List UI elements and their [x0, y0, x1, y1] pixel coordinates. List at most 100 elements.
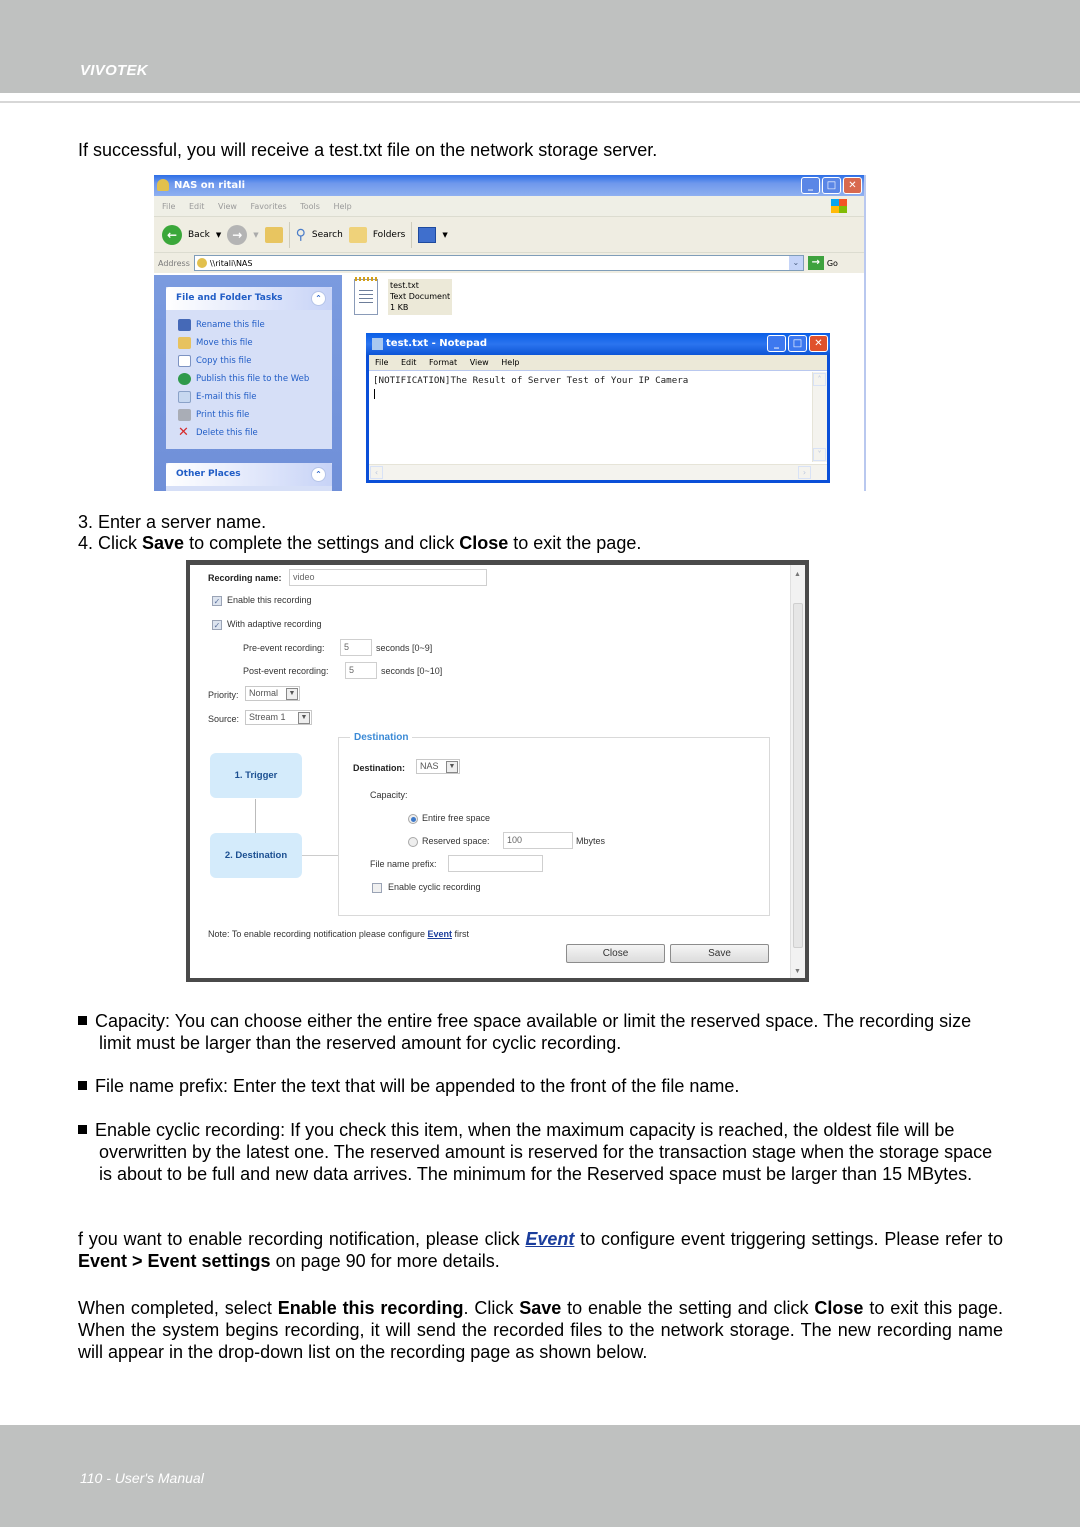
task-print[interactable]: Print this file: [166, 406, 332, 424]
file-prefix-input[interactable]: [448, 855, 543, 872]
menu-favorites[interactable]: Favorites: [251, 202, 287, 211]
flow-step-destination[interactable]: 2. Destination: [210, 833, 302, 878]
minimize-button[interactable]: _: [767, 335, 786, 352]
views-icon[interactable]: [418, 226, 437, 243]
menu-view[interactable]: View: [218, 202, 237, 211]
recording-name-input[interactable]: video: [289, 569, 487, 586]
source-select[interactable]: Stream 1 ▼: [245, 710, 312, 725]
post-event-input[interactable]: 5: [345, 662, 377, 679]
scroll-up-icon[interactable]: ▲: [794, 571, 801, 578]
forward-dropdown-icon[interactable]: ▼: [253, 231, 258, 239]
priority-select[interactable]: Normal ▼: [245, 686, 300, 701]
destination-select[interactable]: NAS ▼: [416, 759, 460, 774]
para-bold: Close: [814, 1298, 864, 1318]
task-delete[interactable]: ✕ Delete this file: [166, 424, 332, 442]
scroll-down-icon[interactable]: ▼: [794, 968, 801, 975]
bullet-square-icon: [78, 1081, 87, 1090]
back-button[interactable]: Back: [188, 230, 210, 240]
views-dropdown-icon[interactable]: ▼: [442, 231, 447, 239]
entire-free-space-radio[interactable]: [408, 814, 418, 824]
para-bold: Event > Event settings: [78, 1251, 271, 1271]
destination-legend: Destination: [350, 732, 413, 743]
para-text: . Click: [463, 1298, 520, 1318]
folders-button[interactable]: Folders: [373, 230, 406, 240]
task-email[interactable]: E-mail this file: [166, 388, 332, 406]
panel-header[interactable]: Other Places ⌃: [166, 463, 332, 486]
post-event-label: Post-event recording:: [243, 666, 329, 676]
explorer-title-bar: NAS on ritali _ □ ✕: [154, 175, 864, 196]
para-text: When completed, select: [78, 1298, 278, 1318]
menu-help[interactable]: Help: [501, 358, 519, 367]
back-arrow-icon[interactable]: ←: [162, 224, 182, 245]
cyclic-recording-checkbox[interactable]: [372, 883, 382, 893]
maximize-button[interactable]: □: [822, 177, 841, 194]
folders-icon[interactable]: [348, 226, 367, 243]
task-copy[interactable]: Copy this file: [166, 352, 332, 370]
forward-arrow-icon[interactable]: →: [227, 224, 248, 245]
printer-icon: [178, 409, 191, 421]
task-publish[interactable]: Publish this file to the Web: [166, 370, 332, 388]
file-test-txt[interactable]: test.txt Text Document 1 KB: [354, 277, 453, 315]
search-button[interactable]: Search: [312, 230, 343, 240]
enable-recording-checkbox[interactable]: ✓: [212, 596, 222, 606]
flow-step-trigger[interactable]: 1. Trigger: [210, 753, 302, 798]
recording-name-label: Recording name:: [208, 573, 282, 583]
panel-header[interactable]: File and Folder Tasks ⌃: [166, 287, 332, 310]
vertical-scrollbar[interactable]: ˄ ˅: [812, 372, 827, 462]
flow-connector: [302, 855, 338, 856]
back-dropdown-icon[interactable]: ▼: [216, 231, 221, 239]
menu-tools[interactable]: Tools: [300, 202, 320, 211]
vertical-scrollbar[interactable]: ▲ ▼: [790, 565, 805, 978]
scroll-up-icon[interactable]: ˄: [813, 373, 826, 386]
menu-view[interactable]: View: [470, 358, 489, 367]
scroll-left-icon[interactable]: ‹: [370, 466, 383, 479]
event-link[interactable]: Event: [427, 929, 452, 939]
menu-file[interactable]: File: [375, 358, 388, 367]
save-button[interactable]: Save: [670, 944, 769, 963]
task-label: Print this file: [196, 410, 250, 420]
adaptive-recording-checkbox[interactable]: ✓: [212, 620, 222, 630]
notepad-content[interactable]: [NOTIFICATION]The Result of Server Test …: [373, 375, 688, 386]
step-bold-close: Close: [459, 533, 509, 553]
toolbar-separator: [288, 221, 290, 248]
address-value: \\ritali\NAS: [209, 258, 253, 268]
minimize-button[interactable]: _: [801, 177, 820, 194]
horizontal-scrollbar[interactable]: ‹ ›: [369, 464, 827, 480]
bullet-file-prefix: File name prefix: Enter the text that wi…: [78, 1075, 1008, 1097]
event-link[interactable]: Event: [525, 1229, 574, 1249]
page-number: 110 - User's Manual: [80, 1470, 204, 1486]
reserved-space-radio[interactable]: [408, 837, 418, 847]
destination-label: Destination:: [353, 763, 406, 773]
collapse-chevron-icon[interactable]: ⌃: [311, 291, 326, 306]
reserved-space-input[interactable]: 100: [503, 832, 573, 849]
menu-file[interactable]: File: [162, 202, 175, 211]
para-bold: Enable this recording: [277, 1298, 464, 1318]
menu-help[interactable]: Help: [333, 202, 351, 211]
explorer-window-screenshot: NAS on ritali _ □ ✕ File Edit View Favor…: [154, 175, 866, 491]
task-rename[interactable]: Rename this file: [166, 316, 332, 334]
up-folder-icon[interactable]: [264, 226, 283, 243]
scroll-right-icon[interactable]: ›: [798, 466, 811, 479]
step-text: 4. Click: [78, 533, 143, 553]
chevron-down-icon: ▼: [298, 711, 310, 724]
close-button[interactable]: Close: [566, 944, 665, 963]
close-button[interactable]: ✕: [809, 335, 828, 352]
menu-format[interactable]: Format: [429, 358, 457, 367]
pre-event-input[interactable]: 5: [340, 639, 372, 656]
collapse-chevron-icon[interactable]: ⌃: [311, 467, 326, 482]
search-icon[interactable]: ⚲: [296, 227, 306, 243]
go-arrow-icon: →: [807, 256, 824, 270]
maximize-button[interactable]: □: [788, 335, 807, 352]
menu-edit[interactable]: Edit: [401, 358, 417, 367]
address-input[interactable]: \\ritali\NAS ⌄: [193, 255, 804, 271]
file-type: Text Document: [390, 292, 451, 301]
go-button[interactable]: → Go: [807, 256, 838, 270]
scroll-down-icon[interactable]: ˅: [813, 448, 826, 461]
menu-edit[interactable]: Edit: [189, 202, 205, 211]
task-move[interactable]: Move this file: [166, 334, 332, 352]
chevron-down-icon[interactable]: ⌄: [788, 256, 803, 270]
close-button[interactable]: ✕: [843, 177, 862, 194]
adaptive-recording-label: With adaptive recording: [227, 619, 322, 629]
scrollbar-thumb[interactable]: [793, 603, 803, 948]
file-size: 1 KB: [390, 303, 409, 312]
